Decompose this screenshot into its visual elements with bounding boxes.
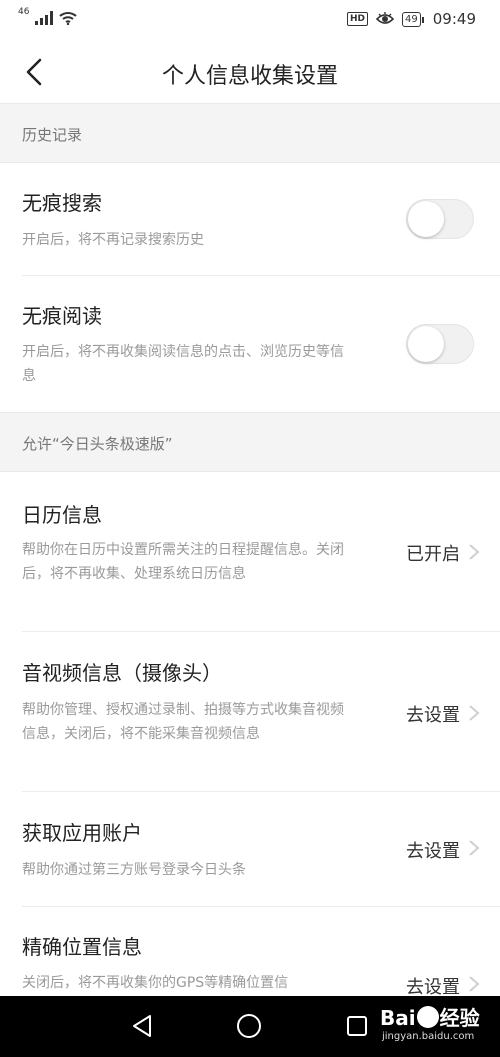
watermark-brand: Bai <box>380 1006 416 1030</box>
setting-description: 开启后，将不再收集阅读信息的点击、浏览历史等信息 <box>22 344 344 384</box>
location-settings-link[interactable]: 去设置 <box>406 973 460 996</box>
setting-title: 精确位置信息 <box>22 935 142 959</box>
signal-icon <box>35 11 54 25</box>
setting-title: 获取应用账户 <box>22 821 142 845</box>
chevron-right-icon <box>469 705 480 721</box>
account-settings-link[interactable]: 去设置 <box>406 837 460 863</box>
section-header-label: 历史记录 <box>22 126 83 144</box>
network-type: 46 <box>18 7 30 17</box>
toggle-knob <box>408 201 444 237</box>
chevron-right-icon <box>469 544 480 560</box>
setting-row-account[interactable]: 获取应用账户 帮助你通过第三方账号登录今日头条 去设置 <box>0 792 500 907</box>
status-bar: 46 HD 49 09:49 <box>0 0 500 42</box>
battery-icon: 49 <box>402 11 424 27</box>
setting-title: 音视频信息（摄像头） <box>22 661 222 685</box>
watermark-logo: Bai 经验 <box>380 1002 496 1031</box>
chevron-right-icon <box>469 976 480 992</box>
setting-description: 开启后，将不再记录搜索历史 <box>22 232 204 248</box>
watermark-domain: jingyan.baidu.com <box>382 1031 475 1042</box>
hd-icon: HD <box>347 12 369 26</box>
baidu-jingyan-watermark: Bai 经验 jingyan.baidu.com <box>380 1002 496 1052</box>
section-header-history: 历史记录 <box>0 103 500 163</box>
incognito-search-toggle[interactable] <box>406 199 474 239</box>
chevron-right-icon <box>469 840 480 856</box>
setting-description: 关闭后，将不再收集你的GPS等精确位置信 <box>22 975 289 991</box>
nav-recent-apps-icon[interactable] <box>346 1015 368 1037</box>
page-title: 个人信息收集设置 <box>161 64 338 89</box>
setting-row-camera[interactable]: 音视频信息（摄像头） 帮助你管理、授权通过录制、拍摄等方式收集音视频信息，关闭后… <box>0 632 500 792</box>
title-bar: 个人信息收集设置 <box>0 42 500 102</box>
setting-row-incognito-search: 无痕搜索 开启后，将不再记录搜索历史 <box>0 163 500 276</box>
nav-back-icon[interactable] <box>130 1013 154 1039</box>
setting-description: 帮助你通过第三方账号登录今日头条 <box>22 862 246 878</box>
setting-description: 帮助你在日历中设置所需关注的日程提醒信息。关闭后，将不再收集、处理系统日历信息 <box>22 542 344 582</box>
camera-settings-link[interactable]: 去设置 <box>406 701 460 727</box>
system-nav-bar: Bai 经验 jingyan.baidu.com <box>0 996 500 1057</box>
incognito-read-toggle[interactable] <box>406 324 474 364</box>
section-header-allow: 允许“今日头条极速版” <box>0 412 500 472</box>
setting-row-incognito-read: 无痕阅读 开启后，将不再收集阅读信息的点击、浏览历史等信息 <box>0 276 500 412</box>
setting-title: 无痕搜索 <box>22 191 102 215</box>
setting-title: 无痕阅读 <box>22 304 102 328</box>
watermark-brand-cn: 经验 <box>439 1006 480 1030</box>
setting-row-calendar[interactable]: 日历信息 帮助你在日历中设置所需关注的日程提醒信息。关闭后，将不再收集、处理系统… <box>0 472 500 632</box>
setting-description: 帮助你管理、授权通过录制、拍摄等方式收集音视频信息，关闭后，将不能采集音视频信息 <box>22 702 344 742</box>
setting-row-location[interactable]: 精确位置信息 关闭后，将不再收集你的GPS等精确位置信 去设置 <box>0 907 500 996</box>
status-time: 09:49 <box>432 10 476 28</box>
eye-icon <box>376 12 395 24</box>
calendar-status[interactable]: 已开启 <box>406 540 460 566</box>
toggle-knob <box>408 326 444 362</box>
section-header-label: 允许“今日头条极速版” <box>22 435 173 453</box>
nav-home-icon[interactable] <box>236 1013 262 1039</box>
setting-title: 日历信息 <box>22 503 102 527</box>
paw-icon <box>416 1006 439 1028</box>
wifi-icon <box>59 12 78 25</box>
